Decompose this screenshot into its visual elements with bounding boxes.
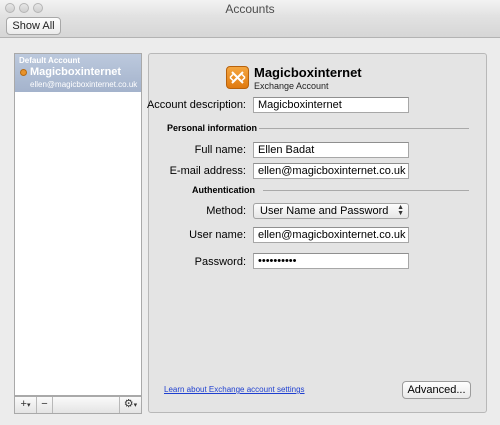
email-address-label: E-mail address: [169,165,246,177]
account-description-field[interactable]: Magicboxinternet [253,97,409,113]
section-divider [259,128,469,129]
account-email: ellen@magicboxinternet.co.uk [30,80,138,89]
gear-icon: ⚙ [123,398,134,410]
toolbar: Show All [0,16,500,38]
chevron-down-icon: ▾ [26,402,31,409]
account-list: Default Account Magicboxinternet ellen@m… [14,53,142,396]
account-title: Magicboxinternet [254,65,362,80]
method-label: Method: [206,205,246,217]
learn-exchange-settings-link[interactable]: Learn about Exchange account settings [164,385,305,394]
account-type: Exchange Account [254,81,329,91]
account-settings-panel: Magicboxinternet Exchange Account Accoun… [147,53,487,413]
accounts-window: Accounts Show All Default Account Magicb… [0,0,500,425]
method-select[interactable]: User Name and Password ▲ ▼ [253,203,409,219]
method-selected-value: User Name and Password [260,205,389,217]
password-label: Password: [194,256,246,268]
window-title: Accounts [225,2,275,16]
updown-arrows-icon: ▲ ▼ [397,204,404,217]
advanced-button[interactable]: Advanced... [402,381,471,399]
remove-account-button[interactable]: − [37,397,53,413]
section-divider [263,190,469,191]
account-description-label: Account description: [146,99,246,111]
personal-information-heading: Personal information [167,123,258,133]
show-all-button[interactable]: Show All [6,17,61,35]
action-menu-button[interactable]: ⚙▾ [119,397,141,413]
password-field[interactable]: •••••••••• [253,253,409,269]
add-account-button[interactable]: +▾ [15,397,37,413]
full-name-label: Full name: [194,144,246,156]
authentication-heading: Authentication [192,185,255,195]
user-name-field[interactable]: ellen@magicboxinternet.co.uk [253,227,409,243]
exchange-account-icon [20,69,27,76]
title-bar: Accounts [0,0,500,16]
chevron-down-icon: ▾ [133,402,138,409]
account-list-item-selected[interactable]: Default Account Magicboxinternet ellen@m… [15,54,141,92]
minus-icon: − [41,398,48,410]
user-name-label: User name: [189,229,246,241]
full-name-field[interactable]: Ellen Badat [253,142,409,158]
exchange-logo-icon [226,66,249,89]
default-account-heading: Default Account [19,56,81,65]
email-address-field[interactable]: ellen@magicboxinternet.co.uk [253,163,409,179]
account-list-footer: +▾ − ⚙▾ [14,396,142,414]
account-name: Magicboxinternet [30,66,122,78]
